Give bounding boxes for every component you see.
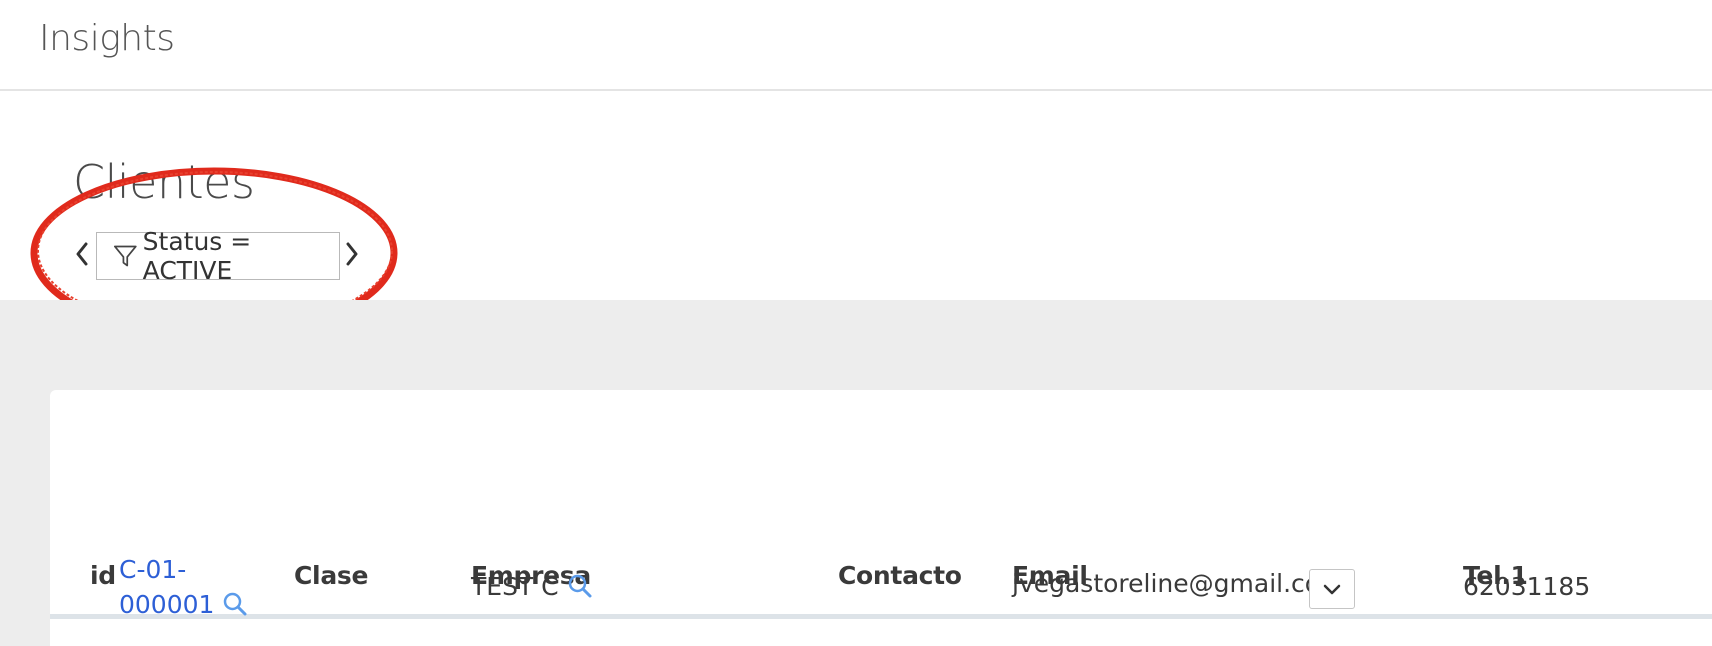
filter-chip[interactable]: Status = ACTIVE xyxy=(96,227,340,285)
email-value: jvegastoreline@gmail.com xyxy=(1012,569,1345,598)
page-header: Clientes Status = ACTIVE xyxy=(0,93,1712,300)
tel1-value: 62031185 xyxy=(1463,572,1591,601)
client-id-link-line1[interactable]: C-01- xyxy=(119,555,186,584)
page-title: Clientes xyxy=(73,155,255,209)
empresa-value: TEST C xyxy=(471,572,559,601)
content-area: id Clase Empresa Contacto Email Tel.1 xyxy=(0,300,1712,646)
chevron-down-icon xyxy=(1323,584,1341,595)
chevron-left-icon xyxy=(76,242,88,266)
email-dropdown-button[interactable] xyxy=(1309,569,1355,609)
table-header-divider xyxy=(50,614,1712,619)
funnel-icon xyxy=(114,245,137,267)
clients-table-card: id Clase Empresa Contacto Email Tel.1 xyxy=(50,390,1712,646)
chevron-right-icon xyxy=(346,242,358,266)
app-title: Insights xyxy=(39,18,175,59)
column-header-id[interactable]: id xyxy=(90,561,116,590)
client-id-link-line2[interactable]: 000001 xyxy=(119,590,214,619)
client-id-cell: 000001 xyxy=(119,590,248,619)
column-header-clase[interactable]: Clase xyxy=(294,561,368,590)
search-icon[interactable] xyxy=(567,573,593,599)
filter-prev-button[interactable] xyxy=(70,237,94,271)
filter-next-button[interactable] xyxy=(340,237,364,271)
column-header-contacto[interactable]: Contacto xyxy=(838,561,962,590)
filter-chip-label: Status = ACTIVE xyxy=(142,227,252,285)
top-bar: Insights xyxy=(0,0,1712,91)
search-icon[interactable] xyxy=(222,591,248,617)
empresa-cell: TEST C xyxy=(471,572,593,601)
